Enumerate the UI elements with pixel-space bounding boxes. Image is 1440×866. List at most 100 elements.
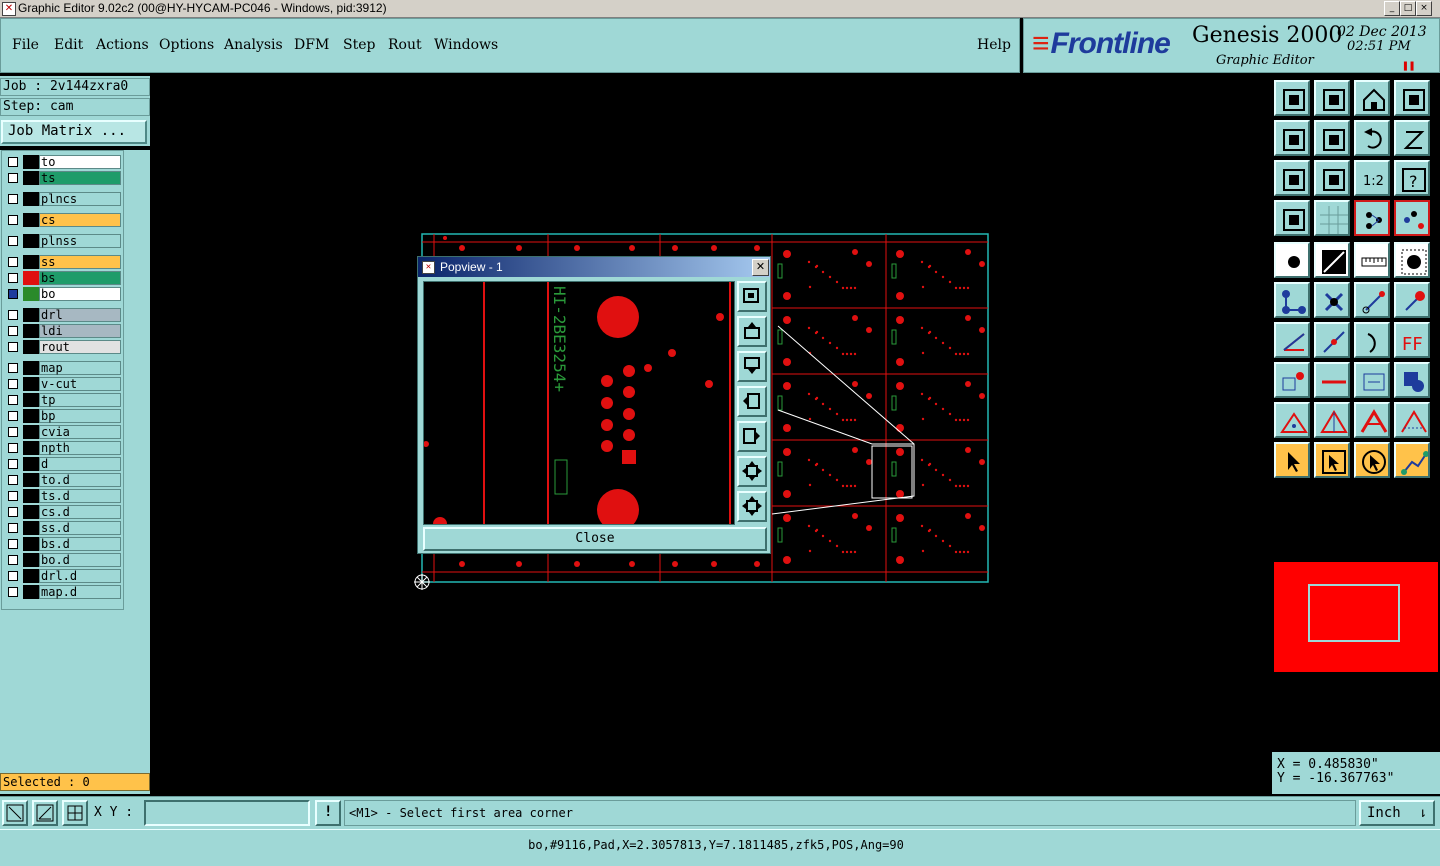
layer-color-swatch[interactable]: [23, 505, 39, 519]
layer-name[interactable]: ts: [39, 171, 121, 185]
layer-color-swatch[interactable]: [23, 441, 39, 455]
layer-row[interactable]: v-cut: [5, 377, 122, 391]
layer-row[interactable]: drl.d: [5, 569, 122, 583]
layer-name[interactable]: map: [39, 361, 121, 375]
layer-checkbox[interactable]: [8, 491, 18, 501]
line-draw-button[interactable]: [1314, 242, 1350, 278]
layer-color-swatch[interactable]: [23, 171, 39, 185]
layer-row[interactable]: ts: [5, 171, 122, 185]
layer-row[interactable]: d: [5, 457, 122, 471]
layer-row[interactable]: plnss: [5, 234, 122, 248]
layer-name[interactable]: v-cut: [39, 377, 121, 391]
layer-row[interactable]: ldi: [5, 324, 122, 338]
layer-checkbox[interactable]: [8, 523, 18, 533]
layer-name[interactable]: ss: [39, 255, 121, 269]
open-job-button[interactable]: [1274, 80, 1310, 116]
layer-row[interactable]: bp: [5, 409, 122, 423]
layer-name[interactable]: ts.d: [39, 489, 121, 503]
layer-row[interactable]: cvia: [5, 425, 122, 439]
menu-step[interactable]: Step: [343, 37, 375, 53]
maximize-button[interactable]: □: [1400, 1, 1416, 16]
layer-checkbox[interactable]: [8, 289, 18, 299]
layer-color-swatch[interactable]: [23, 234, 39, 248]
layer-checkbox[interactable]: [8, 395, 18, 405]
layer-checkbox[interactable]: [8, 539, 18, 549]
zoom-home-button[interactable]: [1314, 160, 1350, 196]
layer-row[interactable]: bs.d: [5, 537, 122, 551]
layer-name[interactable]: ss.d: [39, 521, 121, 535]
layer-checkbox[interactable]: [8, 326, 18, 336]
layer-row[interactable]: bo.d: [5, 553, 122, 567]
select-circle-button[interactable]: [1354, 442, 1390, 478]
layer-name[interactable]: map.d: [39, 585, 121, 599]
endpoint-button[interactable]: [1394, 282, 1430, 318]
popview-fit-button[interactable]: [737, 456, 767, 487]
layer-checkbox[interactable]: [8, 587, 18, 597]
snap-mode-button[interactable]: [2, 800, 28, 826]
popview-close-button[interactable]: Close: [423, 527, 767, 551]
layer-color-swatch[interactable]: [23, 192, 39, 206]
popview-canvas[interactable]: HI-2BE3254+: [423, 281, 735, 525]
layer-color-swatch[interactable]: [23, 425, 39, 439]
layer-name[interactable]: bp: [39, 409, 121, 423]
xy-input[interactable]: [144, 800, 310, 826]
layer-checkbox[interactable]: [8, 427, 18, 437]
layer-checkbox[interactable]: [8, 257, 18, 267]
help-button[interactable]: ?: [1394, 160, 1430, 196]
layer-checkbox[interactable]: [8, 475, 18, 485]
layer-row[interactable]: bs: [5, 271, 122, 285]
layer-checkbox[interactable]: [8, 157, 18, 167]
save-button[interactable]: [1314, 80, 1350, 116]
angle-line-button[interactable]: [1274, 322, 1310, 358]
layer-color-swatch[interactable]: [23, 324, 39, 338]
layer-row[interactable]: map.d: [5, 585, 122, 599]
layer-row[interactable]: drl: [5, 308, 122, 322]
alert-icon[interactable]: !: [315, 800, 341, 826]
select-button[interactable]: [1274, 442, 1310, 478]
overview-viewport[interactable]: [1308, 584, 1400, 642]
ruler-button[interactable]: [1354, 242, 1390, 278]
layer-checkbox[interactable]: [8, 507, 18, 517]
layer-name[interactable]: bo: [39, 287, 121, 301]
layer-row[interactable]: to.d: [5, 473, 122, 487]
triangle-select-button[interactable]: [1314, 402, 1350, 438]
layer-color-swatch[interactable]: [23, 569, 39, 583]
layer-checkbox[interactable]: [8, 363, 18, 373]
layer-checkbox[interactable]: [8, 571, 18, 581]
layer-checkbox[interactable]: [8, 215, 18, 225]
copy-button[interactable]: [1394, 362, 1430, 398]
layer-checkbox[interactable]: [8, 411, 18, 421]
popview-close-x-button[interactable]: ✕: [752, 259, 769, 276]
minimize-button[interactable]: _: [1384, 1, 1400, 16]
layer-name[interactable]: drl.d: [39, 569, 121, 583]
layer-checkbox[interactable]: [8, 379, 18, 389]
layer-row[interactable]: ss: [5, 255, 122, 269]
menu-rout[interactable]: Rout: [388, 37, 422, 53]
layer-checkbox[interactable]: [8, 342, 18, 352]
connect-button[interactable]: [1354, 282, 1390, 318]
layer-name[interactable]: ldi: [39, 324, 121, 338]
layer-color-swatch[interactable]: [23, 537, 39, 551]
layer-name[interactable]: plncs: [39, 192, 121, 206]
settings-button[interactable]: [1274, 200, 1310, 236]
zoom-1-2-button[interactable]: 1:2: [1354, 160, 1390, 196]
select-box-button[interactable]: [1314, 442, 1350, 478]
overview-map[interactable]: [1274, 562, 1438, 672]
export-button[interactable]: [1314, 120, 1350, 156]
layer-row[interactable]: npth: [5, 441, 122, 455]
measure-button[interactable]: [1354, 362, 1390, 398]
menu-file[interactable]: File: [12, 37, 39, 53]
close-window-button[interactable]: ×: [1416, 1, 1432, 16]
menu-options[interactable]: Options: [159, 37, 214, 53]
triangle-x-button[interactable]: [1394, 402, 1430, 438]
layer-checkbox[interactable]: [8, 236, 18, 246]
menu-help[interactable]: Help: [977, 37, 1011, 53]
popview-pan-up-button[interactable]: [737, 316, 767, 347]
redo-button[interactable]: [1394, 120, 1430, 156]
layer-color-swatch[interactable]: [23, 155, 39, 169]
layer-row[interactable]: bo: [5, 287, 122, 301]
popview-zoom-out-button[interactable]: [737, 491, 767, 522]
menu-edit[interactable]: Edit: [54, 37, 83, 53]
layer-color-swatch[interactable]: [23, 287, 39, 301]
layer-compare-button[interactable]: [1394, 200, 1430, 236]
